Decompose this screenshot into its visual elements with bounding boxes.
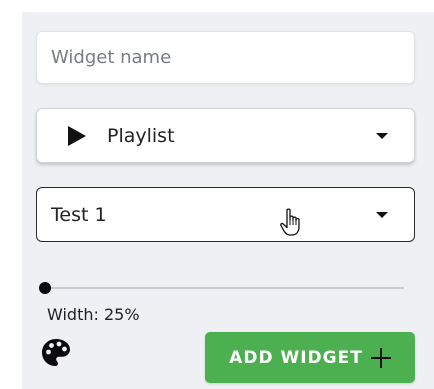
width-slider-track[interactable] [42, 287, 404, 289]
plus-icon [370, 347, 391, 368]
playlist-item-select[interactable]: Test 1 [36, 187, 415, 242]
widget-name-input[interactable] [37, 32, 414, 83]
widget-type-selected-label: Playlist [107, 124, 175, 147]
play-icon [68, 126, 86, 146]
width-label: Width: 25% [47, 305, 140, 324]
chevron-down-icon [376, 212, 388, 218]
widget-name-field[interactable] [36, 31, 415, 84]
palette-icon[interactable] [40, 337, 72, 369]
hand-pointer-cursor-icon [280, 208, 300, 236]
chevron-down-icon [376, 133, 388, 139]
add-widget-button[interactable]: ADD WIDGET [205, 332, 415, 383]
width-slider-thumb[interactable] [39, 282, 51, 294]
add-widget-label: ADD WIDGET [229, 347, 363, 368]
widget-type-select[interactable]: Playlist [36, 108, 415, 163]
playlist-item-selected-label: Test 1 [51, 203, 107, 226]
